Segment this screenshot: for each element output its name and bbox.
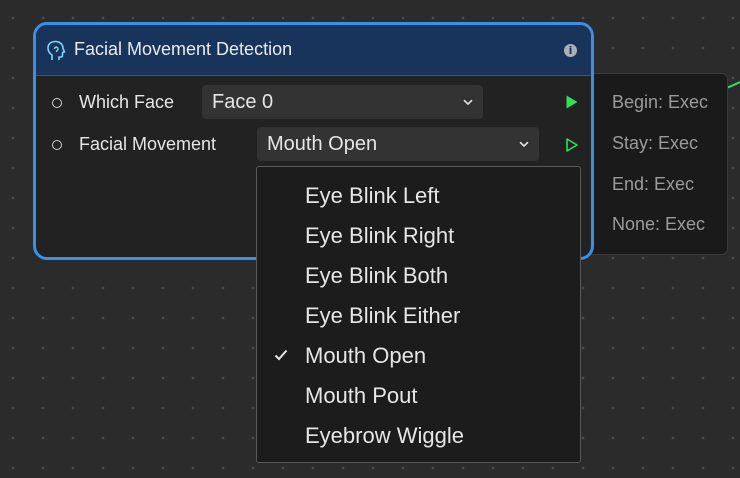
checkmark-icon [274,349,288,361]
which-face-label: Which Face [79,92,175,112]
facial-movement-value: Mouth Open [267,133,378,155]
chevron-down-icon [519,141,529,148]
which-face-select[interactable]: Face 0 [202,85,483,119]
output-end-label: End: Exec [612,174,695,194]
dropdown-option[interactable]: Eyebrow Wiggle [257,417,580,457]
dropdown-option[interactable]: Eye Blink Right [257,217,580,257]
facial-movement-input-port[interactable] [52,140,62,150]
dropdown-option[interactable]: Eye Blink Left [257,177,580,217]
facial-movement-select[interactable]: Mouth Open [257,127,539,161]
node-title: Facial Movement Detection [74,39,293,59]
output-none-label: None: Exec [612,214,706,234]
dropdown-option[interactable]: Mouth Pout [257,377,580,417]
output-stay-label: Stay: Exec [612,133,699,153]
exec-stay-arrow-icon[interactable] [565,137,579,153]
dropdown-option[interactable]: Eye Blink Either [257,297,580,337]
which-face-input-port[interactable] [52,98,62,108]
dropdown-option[interactable]: Eye Blink Both [257,257,580,297]
which-face-value: Face 0 [212,91,274,113]
info-icon[interactable]: i [564,44,577,57]
graph-canvas[interactable]: Begin: Exec Stay: Exec End: Exec None: E… [0,0,740,478]
node-header[interactable]: Facial Movement Detection i [36,25,591,76]
chevron-down-icon [463,99,473,106]
output-begin-label: Begin: Exec [612,92,709,112]
facial-movement-label: Facial Movement [79,134,217,154]
facial-movement-dropdown[interactable]: Eye Blink Left Eye Blink Right Eye Blink… [256,166,581,463]
dropdown-option-selected[interactable]: Mouth Open [257,337,580,377]
exec-begin-arrow-icon[interactable] [565,94,579,110]
face-profile-icon [46,40,66,67]
